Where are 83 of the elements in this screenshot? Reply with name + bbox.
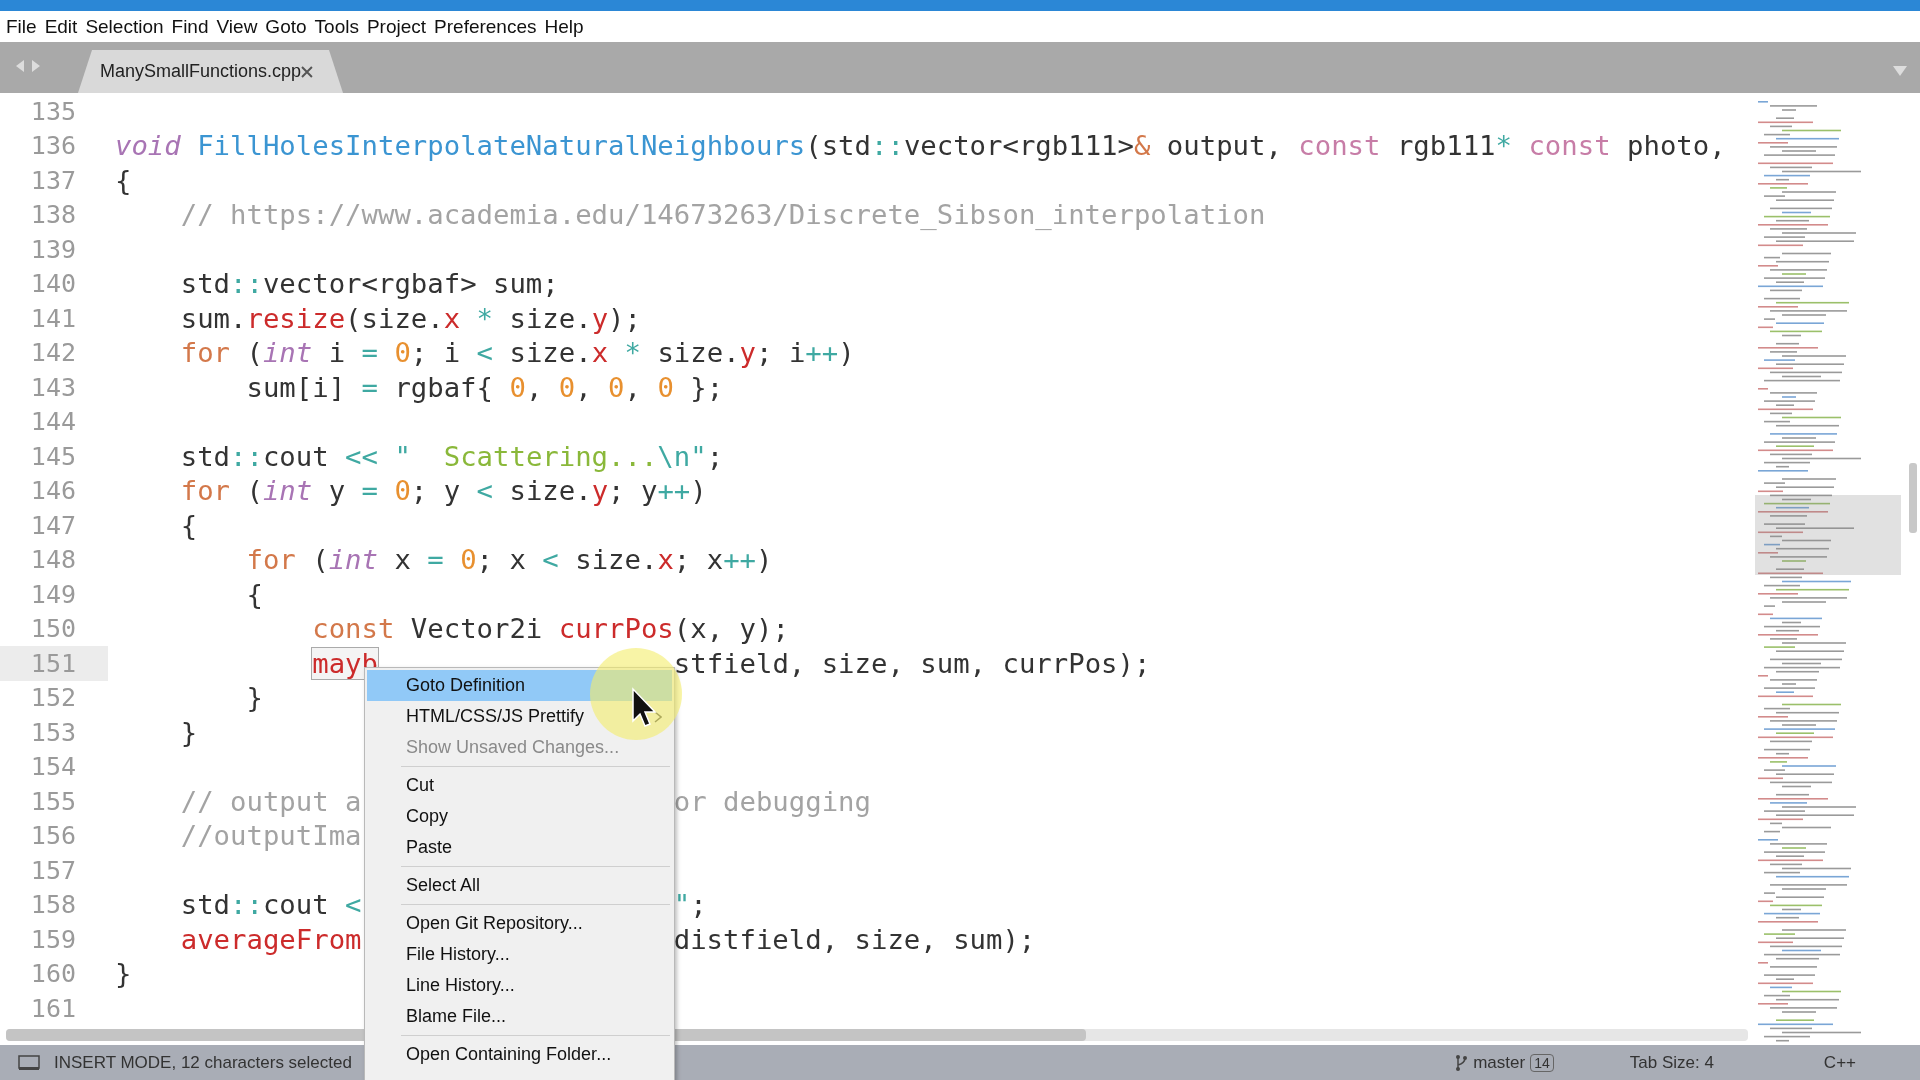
line-number: 156 <box>29 820 77 853</box>
line-number: 161 <box>29 992 77 1025</box>
code-line: std::cout << " Scattering...\n"; <box>179 440 724 472</box>
line-number: 143 <box>29 371 77 404</box>
code-line: { <box>245 578 263 610</box>
code-line: sum[i] = rgbaf{ 0, 0, 0, 0 }; <box>245 371 724 403</box>
line-number: 154 <box>29 751 77 784</box>
code-line: void FillHolesInterpolateNaturalNeighbours(std::vector<rgb111>& output, const rgb111* const photo, <box>115 130 1726 162</box>
code-line: for (int i = 0; i < size.x * size.y; i++) <box>179 337 855 369</box>
line-number: 135 <box>29 95 77 128</box>
line-number: 137 <box>29 164 77 197</box>
code-line: for (int y = 0; y < size.y; y++) <box>179 475 707 507</box>
menu-item[interactable]: Line History... <box>367 970 672 1001</box>
menu-item[interactable]: Blame File... <box>367 1001 672 1032</box>
code-line: std::vector<rgbaf> sum; <box>179 268 559 300</box>
menu-item[interactable]: View <box>216 15 266 38</box>
menu-item[interactable]: Help <box>544 15 592 38</box>
code-line: for (int x = 0; x < size.x; x++) <box>245 544 773 576</box>
code-line: } <box>115 958 132 990</box>
line-number: 159 <box>29 923 77 956</box>
line-number: 152 <box>29 682 77 715</box>
menu-item[interactable]: Project <box>366 15 435 38</box>
menu-item[interactable]: Copy <box>367 801 672 832</box>
menu-item[interactable]: File <box>6 15 45 38</box>
menu-item[interactable]: Find <box>171 15 217 38</box>
menu-item[interactable]: Tools <box>314 15 367 38</box>
code-line: sum.resize(size.x * size.y); <box>179 302 641 334</box>
menu-item[interactable]: Goto <box>265 15 315 38</box>
line-number: 136 <box>29 130 77 163</box>
dropdown-icon[interactable] <box>1892 65 1908 77</box>
menu-item[interactable]: Open Containing Folder... <box>367 1039 672 1070</box>
code-line: std::cout < <box>179 889 362 921</box>
code-line: const Vector2i currPos(x, y); <box>311 613 789 645</box>
scrollbar-thumb[interactable] <box>1909 463 1917 533</box>
line-number: 146 <box>29 475 77 508</box>
line-number: 157 <box>29 854 77 887</box>
code-line: } <box>245 682 263 714</box>
line-number: 151 <box>0 646 108 681</box>
line-number: 148 <box>29 544 77 577</box>
line-number: 160 <box>29 958 77 991</box>
code-line: // https://www.academia.edu/14673263/Discrete_Sibson_interpolation <box>179 199 1266 231</box>
code-line: } <box>179 716 198 748</box>
code-line: { <box>179 509 198 541</box>
code-line: or debugging <box>673 785 871 817</box>
line-number: 144 <box>29 406 77 439</box>
changes-count: 14 <box>1530 1053 1554 1072</box>
close-icon[interactable] <box>301 65 313 78</box>
menu-item[interactable]: Edit <box>44 15 86 38</box>
menu-item[interactable]: Select All <box>367 870 672 901</box>
menu-item[interactable]: Paste <box>367 832 672 863</box>
line-number: 139 <box>29 233 77 266</box>
line-number: 140 <box>29 268 77 301</box>
code-line: //outputIma <box>179 820 362 852</box>
code-line: stfield, size, sum, currPos); <box>673 647 1151 679</box>
line-number: 147 <box>29 509 77 542</box>
menu-item[interactable]: File History... <box>367 939 672 970</box>
code-line: averageFrom <box>179 923 362 955</box>
line-number: 150 <box>29 613 77 646</box>
line-number: 149 <box>29 578 77 611</box>
syntax-label[interactable]: C++ <box>1823 1052 1856 1073</box>
line-number: 153 <box>29 716 77 749</box>
code-line: "; <box>673 889 707 921</box>
branch-icon <box>1455 1053 1468 1072</box>
line-number: 158 <box>29 889 77 922</box>
menu-item[interactable]: Open Git Repository... <box>367 908 672 939</box>
line-number: 138 <box>29 199 77 232</box>
code-line: // output a <box>179 785 362 817</box>
status-text: INSERT MODE, 12 characters selected <box>54 1052 352 1073</box>
line-number: 145 <box>29 440 77 473</box>
menu-item[interactable]: Preferences <box>434 15 545 38</box>
branch-name[interactable]: master <box>1473 1052 1526 1073</box>
monitor-icon[interactable] <box>18 1054 40 1071</box>
menu-item[interactable]: Cut <box>367 770 672 801</box>
file-tab[interactable]: ManySmallFunctions.cpp <box>78 50 343 93</box>
line-number: 155 <box>29 785 77 818</box>
code-line: distfield, size, sum); <box>673 923 1036 955</box>
tab-size[interactable]: Tab Size: 4 <box>1629 1052 1714 1073</box>
menu-item[interactable]: Goto Definition <box>367 670 672 701</box>
line-number: 142 <box>29 337 77 370</box>
menu-item[interactable]: Selection <box>85 15 172 38</box>
tab-label: ManySmallFunctions.cpp <box>100 61 302 82</box>
line-number: 141 <box>29 302 77 335</box>
code-line: { <box>115 164 132 196</box>
